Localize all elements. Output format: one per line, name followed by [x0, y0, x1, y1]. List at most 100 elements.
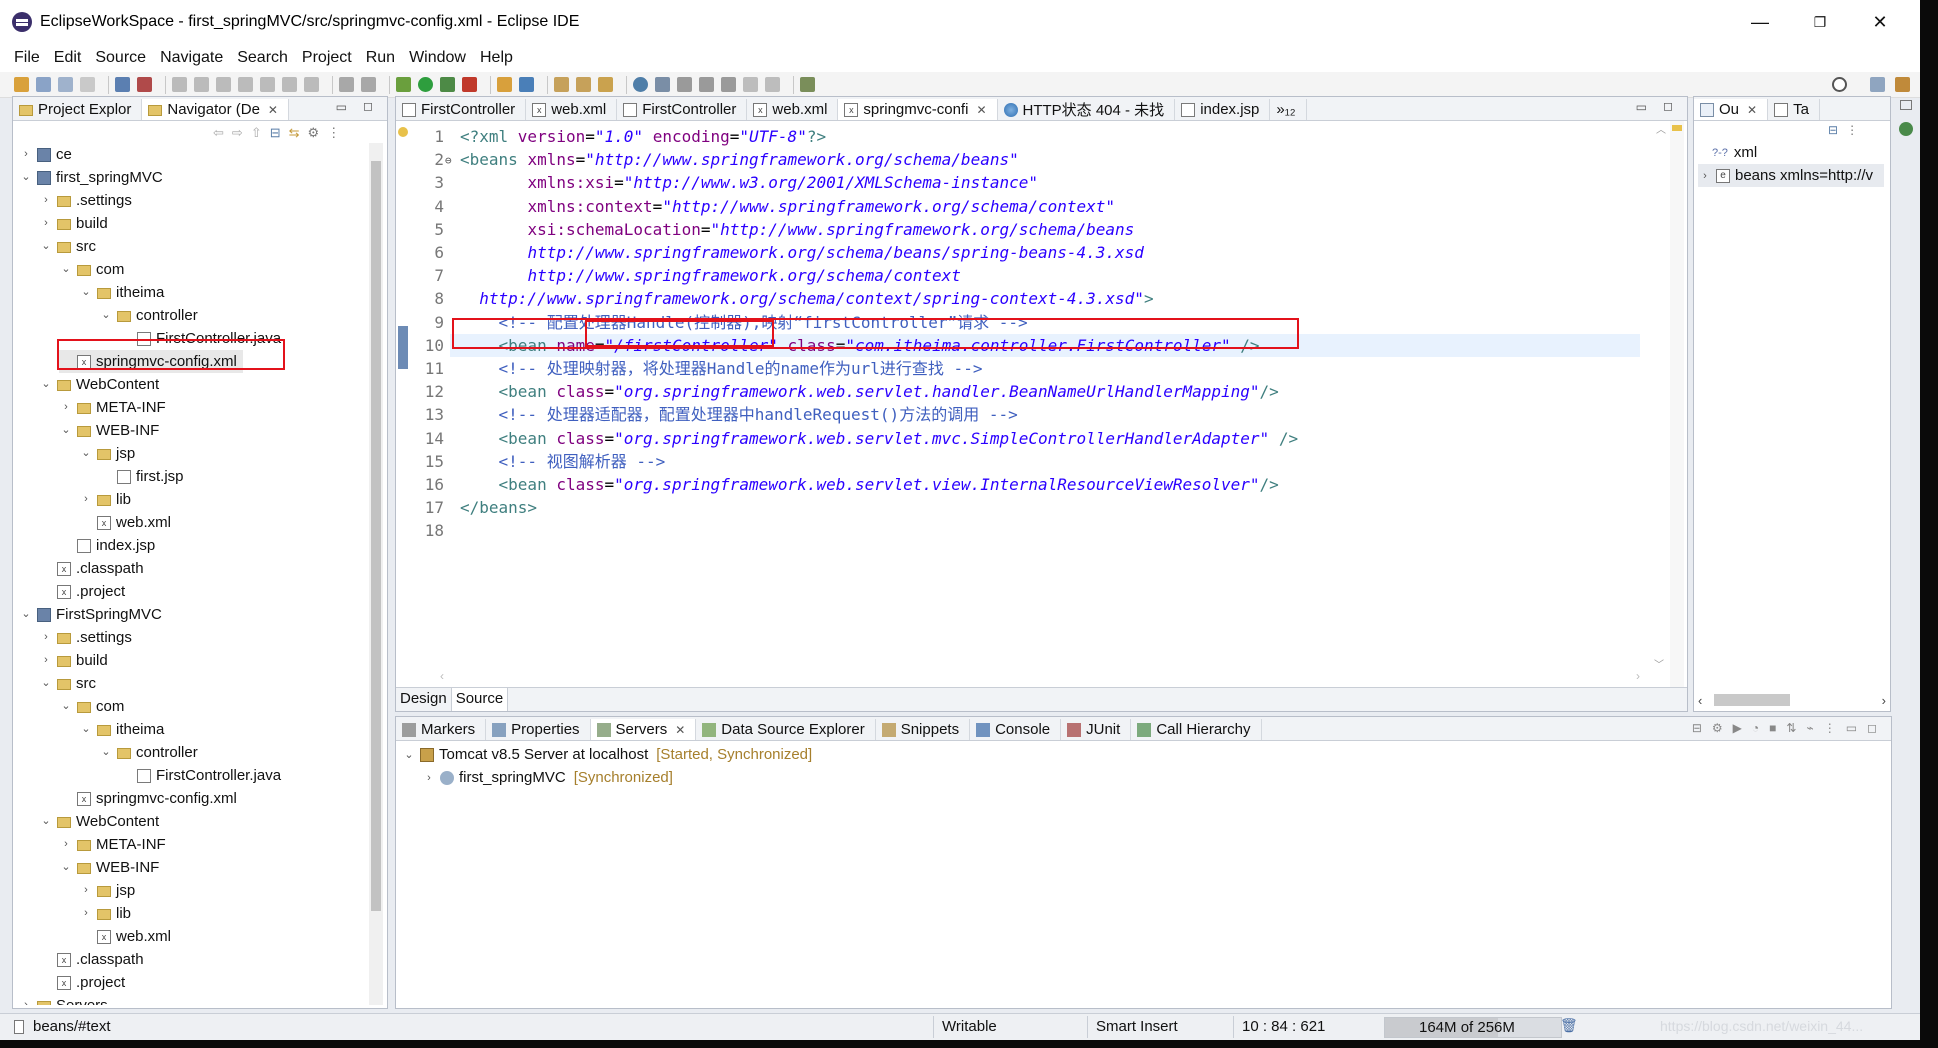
- filter-icon[interactable]: ⚙: [308, 125, 320, 141]
- close-tab-icon[interactable]: ✕: [976, 103, 986, 117]
- collapse-servers-icon[interactable]: ⊟: [1692, 721, 1702, 735]
- back-icon[interactable]: [743, 77, 758, 92]
- collapse-icon[interactable]: ⌄: [39, 810, 53, 833]
- disconnect-server-icon[interactable]: ⌁: [1806, 721, 1813, 735]
- minimize-editor-icon[interactable]: ▭: [1636, 100, 1647, 114]
- expand-icon[interactable]: ›: [79, 879, 93, 902]
- annotation-icon[interactable]: [677, 77, 692, 92]
- collapse-icon[interactable]: ⌄: [59, 695, 73, 718]
- tree-item[interactable]: › .settings: [39, 189, 132, 212]
- bottom-tab[interactable]: Snippets: [876, 719, 971, 740]
- expand-icon[interactable]: ›: [79, 488, 93, 511]
- stop-server-icon[interactable]: ■: [1769, 721, 1776, 735]
- menu-file[interactable]: File: [14, 49, 40, 67]
- bottom-tab[interactable]: JUnit: [1061, 719, 1132, 740]
- expand-icon[interactable]: ›: [39, 626, 53, 649]
- java-ee-perspective-icon[interactable]: [1895, 77, 1910, 92]
- expand-icon[interactable]: ›: [19, 143, 33, 166]
- forward-nav-icon[interactable]: ⇨: [232, 125, 243, 141]
- collapse-icon[interactable]: ⌄: [79, 442, 93, 465]
- tree-item[interactable]: ⌄ itheima: [79, 718, 164, 741]
- expand-icon[interactable]: ›: [19, 994, 33, 1005]
- expand-icon[interactable]: ›: [1698, 170, 1712, 182]
- expand-icon[interactable]: ›: [59, 396, 73, 419]
- fold-icon[interactable]: ⊖: [445, 149, 452, 172]
- start-server-icon[interactable]: ▶: [1733, 721, 1742, 735]
- bottom-tab[interactable]: Console: [970, 719, 1062, 740]
- tree-item[interactable]: › lib: [79, 488, 131, 511]
- tree-item[interactable]: › ce: [19, 143, 72, 166]
- external-tools-icon[interactable]: [462, 77, 477, 92]
- collapse-icon[interactable]: ⌄: [99, 304, 113, 327]
- link-editor-icon[interactable]: ⇆: [289, 125, 300, 141]
- task-icon[interactable]: [361, 77, 376, 92]
- tree-item[interactable]: ⌄ WebContent: [39, 810, 159, 833]
- collapse-icon[interactable]: ⌄: [19, 603, 33, 626]
- collapse-icon[interactable]: ⌄: [19, 166, 33, 189]
- editor-tab[interactable]: index.jsp: [1175, 99, 1271, 120]
- last-edit-icon[interactable]: [721, 77, 736, 92]
- skip-breakpoints-icon[interactable]: [137, 77, 152, 92]
- editor-tab[interactable]: x web.xml: [526, 99, 618, 120]
- menu-search[interactable]: Search: [237, 49, 288, 67]
- disconnect-icon[interactable]: [238, 77, 253, 92]
- collapse-icon[interactable]: ⌄: [59, 856, 73, 879]
- restore-trim-icon[interactable]: [1900, 100, 1912, 110]
- step-into-icon[interactable]: [260, 77, 275, 92]
- tree-item[interactable]: x springmvc-config.xml: [59, 787, 237, 810]
- view-menu-icon[interactable]: ⋮: [327, 125, 340, 141]
- scroll-up-icon[interactable]: ︿: [1654, 121, 1668, 136]
- tree-item[interactable]: ⌄ FirstSpringMVC: [19, 603, 161, 626]
- editor-tab[interactable]: x web.xml: [747, 99, 839, 120]
- bottom-tab[interactable]: Markers: [396, 719, 487, 740]
- outline-scroll-thumb[interactable]: [1714, 694, 1790, 706]
- tree-item[interactable]: ⌄ src: [39, 672, 96, 695]
- debug-server-icon[interactable]: ⚙: [1712, 721, 1723, 735]
- tab-task-list[interactable]: Ta: [1768, 99, 1820, 120]
- maximize-view-icon[interactable]: ◻: [363, 99, 373, 113]
- editor-horizontal-scrollbar[interactable]: ‹ ›: [440, 669, 1640, 685]
- save-icon[interactable]: [36, 77, 51, 92]
- new-package-icon[interactable]: [497, 77, 512, 92]
- quick-access-search-icon[interactable]: [1832, 77, 1847, 92]
- next-annotation-icon[interactable]: [699, 77, 714, 92]
- search-toolbar-icon[interactable]: [655, 77, 670, 92]
- use-step-filters-icon[interactable]: [339, 77, 354, 92]
- collapse-icon[interactable]: ⌄: [39, 373, 53, 396]
- new-class-icon[interactable]: [519, 77, 534, 92]
- editor-tab[interactable]: »₁₂: [1270, 99, 1307, 120]
- expand-icon[interactable]: ›: [59, 833, 73, 856]
- tree-item[interactable]: x .project: [39, 971, 125, 994]
- editor-vertical-scrollbar[interactable]: ︿ ﹀: [1654, 121, 1668, 671]
- forward-icon[interactable]: [765, 77, 780, 92]
- server-row-tomcat[interactable]: ⌄ Tomcat v8.5 Server at localhost [Start…: [402, 743, 812, 766]
- servers-menu-icon[interactable]: ⋮: [1824, 721, 1836, 735]
- tree-item[interactable]: ⌄ WEB-INF: [59, 419, 159, 442]
- tree-item[interactable]: ⌄ jsp: [79, 442, 135, 465]
- tree-scrollbar-thumb[interactable]: [371, 161, 381, 911]
- menu-project[interactable]: Project: [302, 49, 352, 67]
- tree-item[interactable]: ⌄ first_springMVC: [19, 166, 162, 189]
- close-button[interactable]: ✕: [1850, 0, 1910, 44]
- tree-item[interactable]: › build: [39, 649, 108, 672]
- collapse-icon[interactable]: ⌄: [59, 419, 73, 442]
- collapse-icon[interactable]: ⌄: [39, 235, 53, 258]
- tree-item[interactable]: ⌄ controller: [99, 304, 197, 327]
- minimize-servers-icon[interactable]: ▭: [1846, 721, 1857, 735]
- collapse-icon[interactable]: ⌄: [39, 672, 53, 695]
- restore-button[interactable]: ❐: [1790, 0, 1850, 44]
- open-perspective-icon[interactable]: [1870, 77, 1885, 92]
- step-return-icon[interactable]: [304, 77, 319, 92]
- garbage-collect-icon[interactable]: 🗑: [1560, 1017, 1578, 1034]
- open-task-icon[interactable]: [576, 77, 591, 92]
- editor-tab[interactable]: FirstController: [396, 99, 527, 120]
- debug-icon[interactable]: [396, 77, 411, 92]
- terminal-icon[interactable]: [115, 77, 130, 92]
- maximize-servers-icon[interactable]: ◻: [1867, 721, 1877, 735]
- bottom-tab[interactable]: Properties: [486, 719, 591, 740]
- collapse-icon[interactable]: ⌄: [402, 748, 416, 761]
- menu-source[interactable]: Source: [95, 49, 146, 67]
- bottom-tab[interactable]: Data Source Explorer: [696, 719, 876, 740]
- menu-run[interactable]: Run: [366, 49, 395, 67]
- tree-item[interactable]: ⌄ src: [39, 235, 96, 258]
